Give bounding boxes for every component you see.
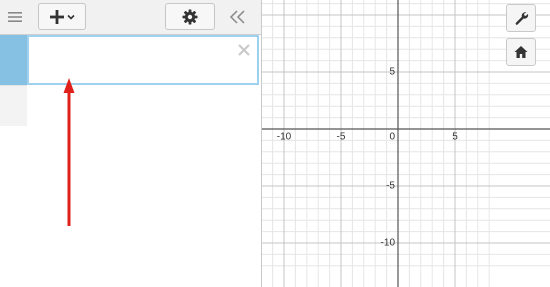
close-icon (238, 44, 250, 56)
graph-settings-button[interactable] (165, 3, 215, 30)
delete-expression-button[interactable] (237, 43, 251, 57)
wrench-icon (515, 12, 529, 25)
plus-icon (50, 9, 64, 24)
x-tick-label: 0 (389, 131, 395, 142)
y-tick-label: -10 (381, 238, 396, 249)
menu-button[interactable] (2, 5, 28, 29)
x-tick-label: 5 (452, 131, 458, 142)
y-axis-tick-labels: 5 -5 -10 (381, 67, 396, 249)
expression-row-tab[interactable] (0, 35, 27, 85)
collapse-panel-button[interactable] (222, 4, 254, 30)
home-icon (514, 46, 528, 58)
x-tick-label: -10 (277, 131, 292, 142)
gear-icon (182, 9, 198, 24)
chevron-down-icon (67, 14, 75, 20)
x-tick-label: -5 (337, 131, 346, 142)
add-item-button[interactable] (38, 3, 86, 30)
expression-row (0, 35, 261, 85)
double-chevron-left-icon (229, 10, 245, 24)
next-expression-row-tab[interactable] (0, 85, 27, 126)
expression-input[interactable] (27, 35, 259, 85)
hamburger-menu-icon (8, 12, 22, 22)
expression-panel (0, 0, 262, 287)
default-zoom-button[interactable] (506, 38, 536, 66)
graph-tools-button[interactable] (506, 4, 536, 32)
y-tick-label: -5 (386, 181, 395, 192)
y-tick-label: 5 (389, 67, 395, 78)
expression-toolbar (0, 0, 261, 35)
